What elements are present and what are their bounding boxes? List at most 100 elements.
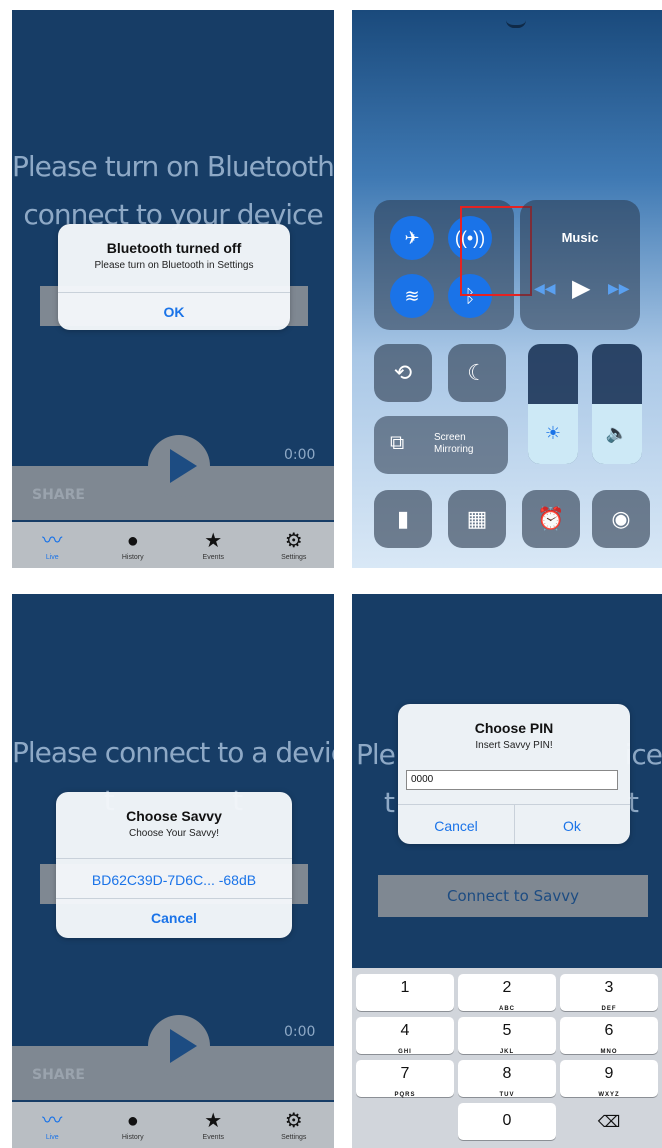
ok-button[interactable]: Ok xyxy=(514,818,630,834)
key-2[interactable]: 2 ABC xyxy=(458,974,556,1012)
key-number: 9 xyxy=(604,1065,614,1082)
alert-message: Choose Your Savvy! xyxy=(128,828,220,839)
timer: 0:00 xyxy=(284,1024,316,1040)
device-option[interactable]: BD62C39D-7D6C... -68dB xyxy=(56,872,292,888)
alert-divider xyxy=(56,858,292,859)
star-icon: ★ xyxy=(204,1109,223,1132)
headline2-left: t xyxy=(384,786,395,819)
screen-record-icon[interactable]: ◉ xyxy=(592,490,650,548)
tab-history[interactable]: ● History xyxy=(93,1102,174,1148)
chevron-down-icon[interactable] xyxy=(506,20,526,28)
key-number: 4 xyxy=(400,1022,410,1039)
key-letters: WXYZ xyxy=(598,1092,620,1098)
play-icon[interactable]: ▶ xyxy=(572,274,590,303)
alert-title: Bluetooth turned off xyxy=(106,240,242,256)
play-icon xyxy=(170,1029,197,1063)
key-number: 1 xyxy=(400,979,410,996)
wifi-icon[interactable]: ≋ xyxy=(390,274,434,318)
key-number: 3 xyxy=(604,979,614,996)
play-button[interactable] xyxy=(148,435,210,497)
tab-label: Live xyxy=(45,1133,59,1141)
headline-line1: Please connect to a device xyxy=(12,736,334,769)
cancel-button[interactable]: Cancel xyxy=(56,910,292,926)
key-1[interactable]: 1 xyxy=(356,974,454,1011)
mirroring-icon: ⧉ xyxy=(390,432,405,454)
pin-input[interactable]: 0000 xyxy=(406,770,618,790)
tab-label: Live xyxy=(45,553,59,561)
rotation-lock-icon[interactable]: ⟲ xyxy=(374,344,432,402)
choose-savvy-alert: Choose Savvy Choose Your Savvy! BD62C39D… xyxy=(56,792,292,938)
tab-label: Settings xyxy=(281,1133,307,1141)
tab-label: Settings xyxy=(281,553,307,561)
key-9[interactable]: 9 WXYZ xyxy=(560,1060,658,1098)
tab-bar: 〰 Live ● History ★ Events ⚙ Settings xyxy=(12,1102,334,1148)
headline-right: ice xyxy=(624,738,662,771)
moon-icon[interactable]: ☾ xyxy=(448,344,506,402)
alert-message: Insert Savvy PIN! xyxy=(475,740,553,751)
tab-history[interactable]: ● History xyxy=(93,522,174,568)
key-3[interactable]: 3 DEF xyxy=(560,974,658,1012)
key-number: 0 xyxy=(502,1112,512,1129)
screen-choose-pin: Ple ice t t Choose PIN Insert Savvy PIN!… xyxy=(352,594,662,1148)
key-number: 8 xyxy=(502,1065,512,1082)
tab-live[interactable]: 〰 Live xyxy=(12,1102,93,1148)
music-label: Music xyxy=(561,230,599,245)
key-number: 6 xyxy=(604,1022,614,1039)
clock-icon: ● xyxy=(126,1109,139,1132)
key-letters: MNO xyxy=(600,1049,618,1055)
key-letters: PQRS xyxy=(394,1092,416,1098)
key-7[interactable]: 7 PQRS xyxy=(356,1060,454,1098)
tab-label: Events xyxy=(202,553,224,561)
key-letters: ABC xyxy=(499,1006,515,1012)
tab-label: History xyxy=(121,553,144,561)
headline-left: Ple xyxy=(356,738,396,771)
key-letters: JKL xyxy=(499,1049,515,1055)
forward-icon[interactable]: ▶▶ xyxy=(608,280,630,297)
screen-mirroring-button[interactable]: ⧉ Screen Mirroring xyxy=(374,416,508,474)
connect-to-savvy-button[interactable]: Connect to Savvy xyxy=(378,875,648,917)
key-letters: DEF xyxy=(601,1006,617,1012)
key-8[interactable]: 8 TUV xyxy=(458,1060,556,1098)
flashlight-icon[interactable]: ▮ xyxy=(374,490,432,548)
backspace-icon[interactable]: ⌫ xyxy=(560,1103,658,1140)
headline-line1: Please turn on Bluetooth to xyxy=(12,150,334,183)
bluetooth-alert: Bluetooth turned off Please turn on Blue… xyxy=(58,224,290,330)
tab-label: History xyxy=(121,1133,144,1141)
star-icon: ★ xyxy=(204,529,223,552)
key-4[interactable]: 4 GHI xyxy=(356,1017,454,1055)
tab-settings[interactable]: ⚙ Settings xyxy=(254,522,335,568)
share-button[interactable]: SHARE xyxy=(32,487,85,503)
alert-divider xyxy=(56,898,292,899)
key-6[interactable]: 6 MNO xyxy=(560,1017,658,1055)
alert-message: Please turn on Bluetooth in Settings xyxy=(94,260,254,271)
key-5[interactable]: 5 JKL xyxy=(458,1017,556,1055)
speaker-icon: 🔈 xyxy=(605,423,629,443)
music-tile[interactable]: Music ◀◀ ▶ ▶▶ xyxy=(520,200,640,330)
brightness-slider[interactable]: ☀ xyxy=(528,344,578,464)
rewind-icon[interactable]: ◀◀ xyxy=(534,280,556,297)
tab-settings[interactable]: ⚙ Settings xyxy=(254,1102,335,1148)
key-number: 5 xyxy=(502,1022,512,1039)
numeric-keypad: 1 2 ABC 3 DEF 4 GHI 5 JKL 6 MNO 7 PQRS 8 TUV 9 W… xyxy=(352,968,662,1148)
key-number: 2 xyxy=(502,979,512,996)
airplane-icon[interactable]: ✈ xyxy=(390,216,434,260)
alert-divider xyxy=(58,292,290,293)
key-number: 7 xyxy=(400,1065,410,1082)
tab-events[interactable]: ★ Events xyxy=(173,522,254,568)
screen-choose-savvy: Please connect to a device t t Choose Sa… xyxy=(12,594,334,1148)
pulse-icon: 〰 xyxy=(42,529,63,552)
volume-slider[interactable]: 🔈 xyxy=(592,344,642,464)
tab-events[interactable]: ★ Events xyxy=(173,1102,254,1148)
play-button[interactable] xyxy=(148,1015,210,1077)
cancel-button[interactable]: Cancel xyxy=(398,818,514,834)
share-button[interactable]: SHARE xyxy=(32,1067,85,1083)
play-icon xyxy=(170,449,197,483)
tab-live[interactable]: 〰 Live xyxy=(12,522,93,568)
calculator-icon[interactable]: ▦ xyxy=(448,490,506,548)
key-0[interactable]: 0 xyxy=(458,1103,556,1140)
ok-button[interactable]: OK xyxy=(58,304,290,320)
alarm-clock-icon[interactable]: ⏰ xyxy=(522,490,580,548)
gear-icon: ⚙ xyxy=(284,529,303,552)
pulse-icon: 〰 xyxy=(42,1109,63,1132)
alert-title: Choose PIN xyxy=(474,720,554,736)
